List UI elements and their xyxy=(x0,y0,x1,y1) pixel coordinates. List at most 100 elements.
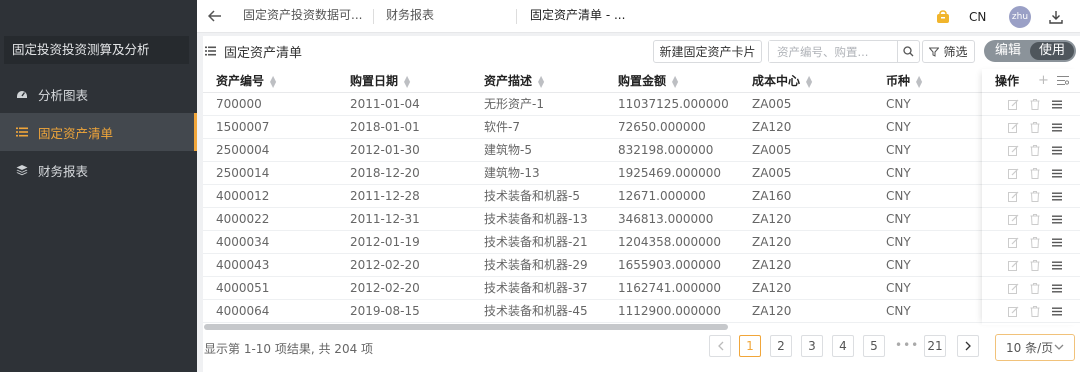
page-ellipsis[interactable]: ••• xyxy=(895,335,919,357)
notification-bag-icon[interactable] xyxy=(936,0,950,33)
delete-icon[interactable] xyxy=(1029,259,1041,271)
back-arrow-icon[interactable] xyxy=(205,6,225,26)
table-row[interactable]: 4000012 2011-12-28 技术装备和机器-5 12671.000000 ZA… xyxy=(203,185,983,208)
column-header[interactable]: 成本中心 ▲ ▼ xyxy=(752,69,812,93)
new-asset-card-button[interactable]: 新建固定资产卡片 xyxy=(653,40,762,63)
table-row[interactable]: 4000034 2012-01-19 技术装备和机器-21 1204358.00000… xyxy=(203,231,983,254)
table-cell: CNY xyxy=(886,304,911,318)
table-cell: CNY xyxy=(886,143,911,157)
delete-icon[interactable] xyxy=(1029,282,1041,294)
delete-icon[interactable] xyxy=(1029,305,1041,317)
table-cell: 2500014 xyxy=(216,166,270,180)
table-row[interactable]: 700000 2011-01-04 无形资产-1 11037125.000000 ZA0… xyxy=(203,93,983,116)
edit-mode-option[interactable]: 编辑 xyxy=(986,42,1030,60)
column-header[interactable]: 购置日期 ▲ ▼ xyxy=(350,69,410,93)
table-cell: 技术装备和机器-21 xyxy=(484,235,588,249)
edit-icon[interactable] xyxy=(1007,98,1019,110)
table-cell: 11037125.000000 xyxy=(618,97,729,111)
edit-icon[interactable] xyxy=(1007,259,1019,271)
avatar: zhu xyxy=(1009,5,1031,28)
menu-icon[interactable] xyxy=(1051,213,1063,225)
table-cell: 建筑物-13 xyxy=(484,166,540,180)
delete-icon[interactable] xyxy=(1029,98,1041,110)
edit-icon[interactable] xyxy=(1007,305,1019,317)
page-button-4[interactable]: 4 xyxy=(832,335,854,357)
table-row[interactable]: 2500014 2018-12-20 建筑物-13 1925469.000000 ZA0… xyxy=(203,162,983,185)
menu-icon[interactable] xyxy=(1051,121,1063,133)
table-cell: 建筑物-5 xyxy=(484,143,532,157)
mode-toggle[interactable]: 编辑 使用 xyxy=(984,40,1076,62)
edit-icon[interactable] xyxy=(1007,282,1019,294)
page-button-2[interactable]: 2 xyxy=(770,335,792,357)
column-header[interactable]: 币种 ▲ ▼ xyxy=(886,69,922,93)
page-button-5[interactable]: 5 xyxy=(863,335,885,357)
table-cell: CNY xyxy=(886,120,911,134)
table-row[interactable]: 2500004 2012-01-30 建筑物-5 832198.000000 ZA005… xyxy=(203,139,983,162)
column-settings-icon[interactable] xyxy=(1057,75,1069,86)
delete-icon[interactable] xyxy=(1029,213,1041,225)
menu-icon[interactable] xyxy=(1051,305,1063,317)
edit-icon[interactable] xyxy=(1007,213,1019,225)
menu-icon[interactable] xyxy=(1051,98,1063,110)
sort-icon: ▲ ▼ xyxy=(538,73,545,89)
column-header[interactable]: 资产编号 ▲ ▼ xyxy=(216,69,276,93)
search-icon[interactable] xyxy=(897,41,919,62)
delete-icon[interactable] xyxy=(1029,190,1041,202)
delete-icon[interactable] xyxy=(1029,167,1041,179)
sidebar: 固定投资投资测算及分析 分析图表 固定资产清单 财务报表 xyxy=(0,0,197,372)
table-row[interactable]: 4000043 2012-02-20 技术装备和机器-29 1655903.00000… xyxy=(203,254,983,277)
menu-icon[interactable] xyxy=(1051,259,1063,271)
top-bar: 固定资产投资数据可... 财务报表 固定资产清单 - ... CN zhu xyxy=(197,0,1080,33)
search-input[interactable] xyxy=(769,41,897,62)
user-menu[interactable]: zhu xyxy=(1009,0,1031,33)
table-row[interactable]: 4000064 2019-08-15 技术装备和机器-45 1112900.00000… xyxy=(203,300,983,323)
page-size-value: 10 条/页 xyxy=(1006,341,1054,355)
edit-icon[interactable] xyxy=(1007,121,1019,133)
next-page-button[interactable] xyxy=(957,335,979,357)
edit-icon[interactable] xyxy=(1007,144,1019,156)
delete-icon[interactable] xyxy=(1029,236,1041,248)
table-row[interactable]: 1500007 2018-01-01 软件-7 72650.000000 ZA120 CN… xyxy=(203,116,983,139)
edit-icon[interactable] xyxy=(1007,167,1019,179)
download-icon[interactable] xyxy=(1049,0,1063,33)
page-button-last[interactable]: 21 xyxy=(924,335,946,357)
table-cell: CNY xyxy=(886,166,911,180)
menu-icon[interactable] xyxy=(1051,190,1063,202)
menu-icon[interactable] xyxy=(1051,167,1063,179)
row-actions xyxy=(982,139,1080,162)
table-row[interactable]: 4000022 2011-12-31 技术装备和机器-13 346813.000000… xyxy=(203,208,983,231)
page-button-1[interactable]: 1 xyxy=(739,335,761,357)
tab-financial-reports[interactable]: 财务报表 xyxy=(386,0,434,33)
column-header[interactable]: 资产描述 ▲ ▼ xyxy=(484,69,544,93)
prev-page-button[interactable] xyxy=(709,335,731,357)
page-title-wrap: 固定资产清单 xyxy=(205,40,302,62)
sidebar-item-asset-list[interactable]: 固定资产清单 xyxy=(0,113,197,151)
menu-icon[interactable] xyxy=(1051,236,1063,248)
sidebar-item-reports[interactable]: 财务报表 xyxy=(0,151,197,189)
filter-button[interactable]: 筛选 xyxy=(922,40,975,63)
tab-asset-list[interactable]: 固定资产清单 - ... xyxy=(530,0,625,33)
horizontal-scrollbar[interactable] xyxy=(204,324,728,330)
page-size-select[interactable]: 10 条/页 xyxy=(995,334,1075,361)
column-header[interactable]: 购置金额 ▲ ▼ xyxy=(618,69,678,93)
table-cell: 2011-01-04 xyxy=(350,97,420,111)
chevron-down-icon xyxy=(1054,344,1064,351)
table-cell: ZA120 xyxy=(752,281,792,295)
table-row[interactable]: 4000051 2012-02-20 技术装备和机器-37 1162741.00000… xyxy=(203,277,983,300)
delete-icon[interactable] xyxy=(1029,121,1041,133)
add-column-icon[interactable]: + xyxy=(1038,69,1049,93)
use-mode-option[interactable]: 使用 xyxy=(1030,42,1074,60)
edit-icon[interactable] xyxy=(1007,236,1019,248)
sidebar-item-charts[interactable]: 分析图表 xyxy=(0,75,197,113)
table-cell: 4000022 xyxy=(216,212,270,226)
tab-asset-data[interactable]: 固定资产投资数据可... xyxy=(243,0,362,33)
page-button-3[interactable]: 3 xyxy=(801,335,823,357)
menu-icon[interactable] xyxy=(1051,144,1063,156)
language-switch[interactable]: CN xyxy=(969,0,986,33)
edit-icon[interactable] xyxy=(1007,190,1019,202)
chevron-right-icon xyxy=(965,341,971,351)
table-cell: ZA160 xyxy=(752,189,792,203)
menu-icon[interactable] xyxy=(1051,282,1063,294)
table-cell: CNY xyxy=(886,212,911,226)
delete-icon[interactable] xyxy=(1029,144,1041,156)
